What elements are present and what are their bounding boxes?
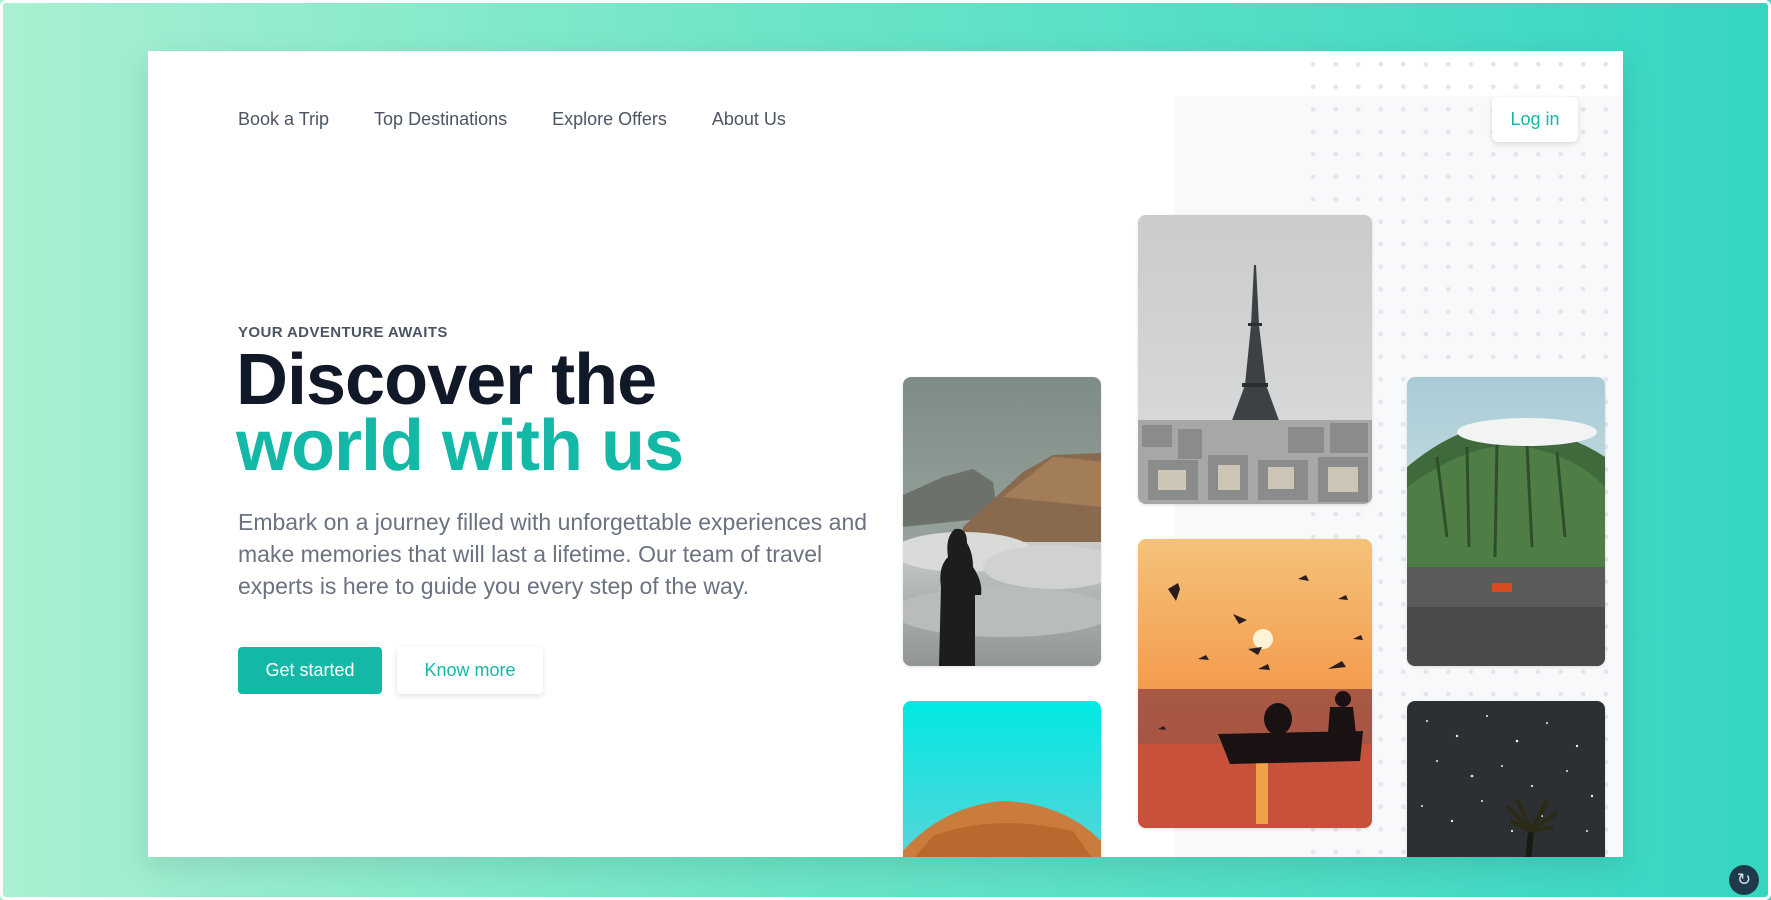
green-mountain-red-car-photo: [1407, 377, 1605, 666]
nav-item-book-a-trip[interactable]: Book a Trip: [238, 109, 329, 130]
starry-night-sky-palm-photo: [1407, 701, 1605, 857]
refresh-icon[interactable]: ↻: [1729, 865, 1759, 895]
sunset-birds-boat-photo: [1138, 539, 1372, 828]
desert-dune-cyan-sky-photo: [903, 701, 1101, 857]
nav-item-about-us[interactable]: About Us: [712, 109, 786, 130]
know-more-button[interactable]: Know more: [397, 647, 543, 694]
hero-eyebrow: YOUR ADVENTURE AWAITS: [238, 324, 448, 341]
get-started-button[interactable]: Get started: [238, 647, 382, 694]
login-button[interactable]: Log in: [1492, 97, 1578, 142]
headline-line-1: Discover the: [236, 340, 657, 420]
nav-item-explore-offers[interactable]: Explore Offers: [552, 109, 667, 130]
hero-description: Embark on a journey filled with unforget…: [238, 509, 868, 599]
hero-headline: Discover the world with us: [236, 340, 684, 486]
hero-card: Book a Trip Top Destinations Explore Off…: [148, 51, 1623, 857]
nav-item-top-destinations[interactable]: Top Destinations: [374, 109, 507, 130]
main-nav: Book a Trip Top Destinations Explore Off…: [238, 109, 786, 130]
headline-line-2: world with us: [236, 406, 684, 486]
person-silhouette-mountain-clouds-photo: [903, 377, 1101, 666]
eiffel-tower-paris-photo: [1138, 215, 1372, 504]
